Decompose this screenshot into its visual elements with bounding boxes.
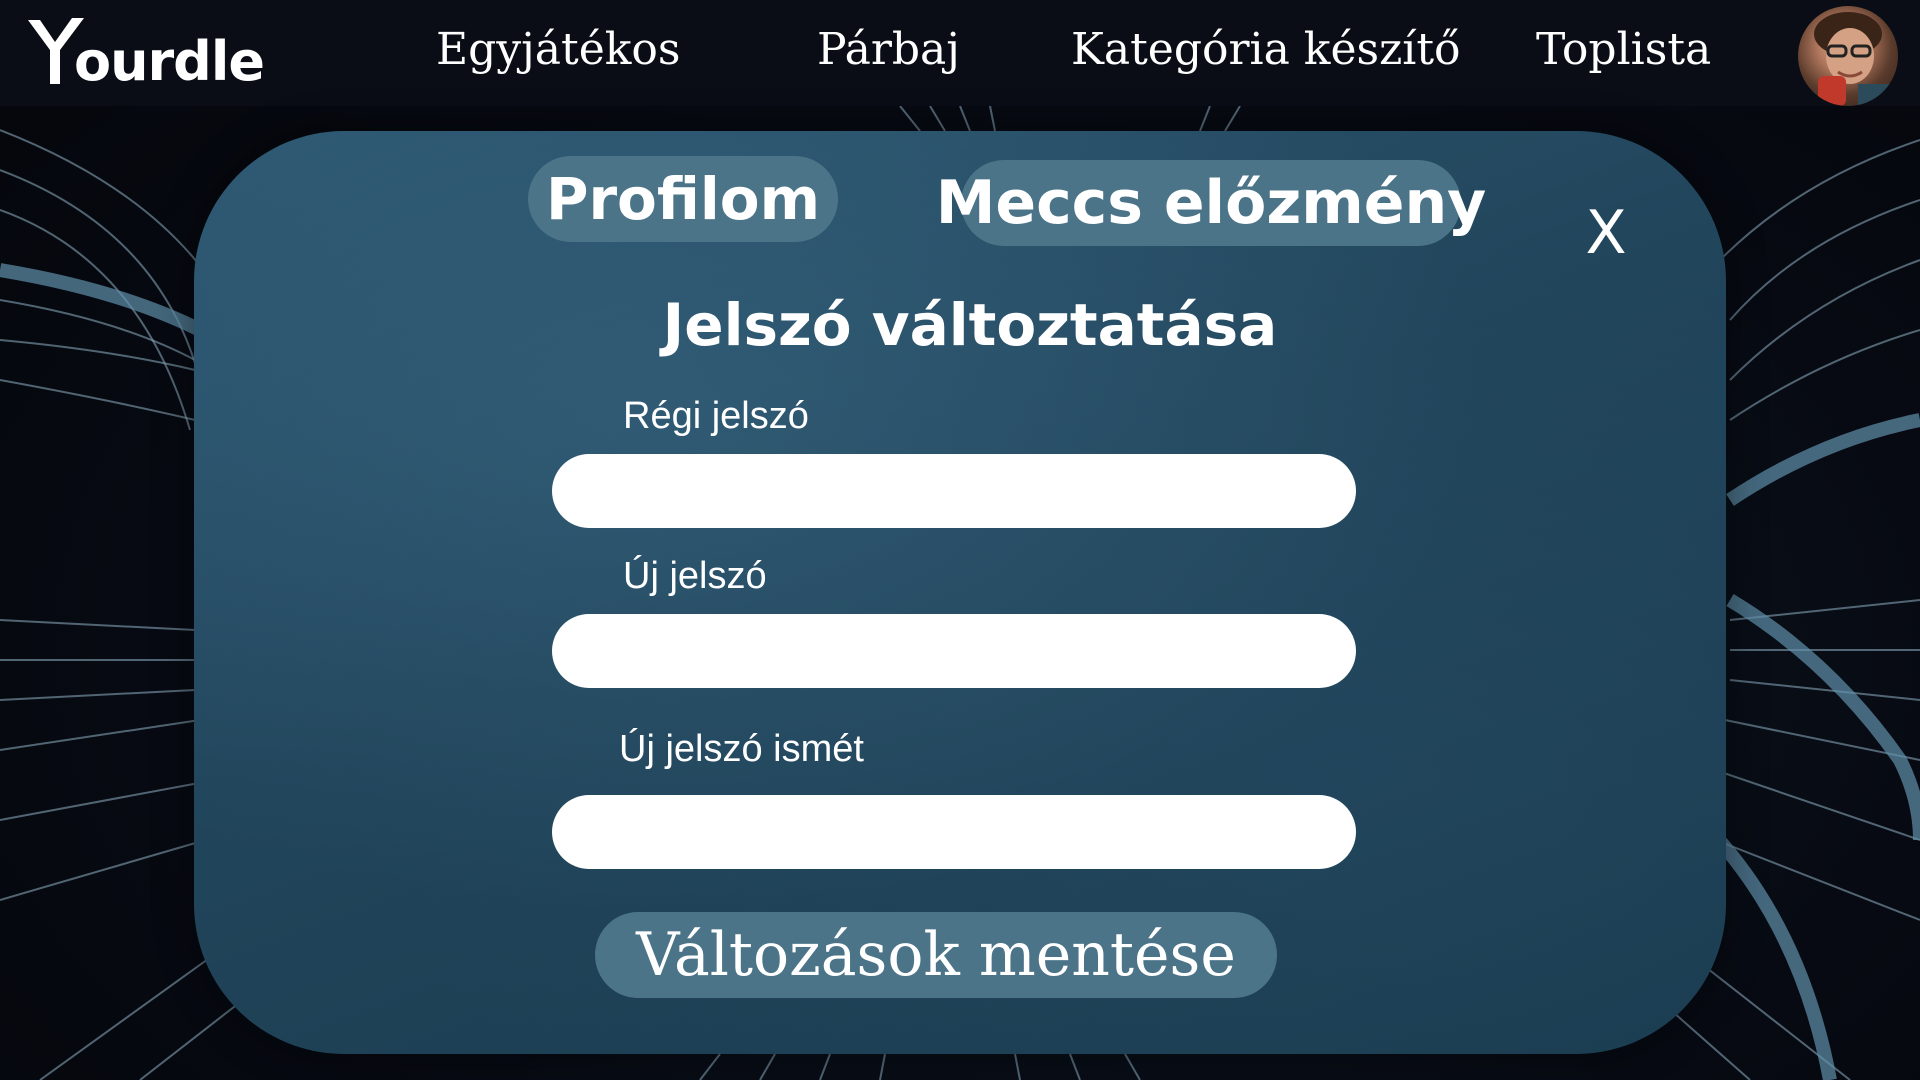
new-password-again-label: Új jelszó ismét xyxy=(619,728,864,770)
top-navigation-bar: ourdle Egyjátékos Párbaj Kategória készí… xyxy=(0,0,1920,106)
tab-profilom[interactable]: Profilom xyxy=(528,156,838,242)
logo-text: ourdle xyxy=(74,30,265,93)
old-password-field[interactable] xyxy=(552,454,1356,528)
user-avatar[interactable] xyxy=(1798,6,1898,106)
modal-title: Jelszó változtatása xyxy=(662,291,1278,359)
new-password-field[interactable] xyxy=(552,614,1356,688)
nav-item-kategoria-keszito[interactable]: Kategória készítő xyxy=(1071,24,1461,75)
change-password-modal: Profilom Meccs előzmény X Jelszó változt… xyxy=(194,131,1726,1054)
new-password-again-field[interactable] xyxy=(552,795,1356,869)
tab-meccs-elozmeny[interactable]: Meccs előzmény xyxy=(936,160,1486,246)
new-password-label: Új jelszó xyxy=(623,555,767,597)
app-screen: ourdle Egyjátékos Párbaj Kategória készí… xyxy=(0,0,1920,1080)
nav-item-parbaj[interactable]: Párbaj xyxy=(817,24,960,75)
nav-item-toplista[interactable]: Toplista xyxy=(1536,24,1711,75)
close-button[interactable]: X xyxy=(1576,193,1636,273)
save-changes-button[interactable]: Változások mentése xyxy=(595,912,1277,998)
nav-item-egyjatekos[interactable]: Egyjátékos xyxy=(436,24,680,75)
old-password-label: Régi jelszó xyxy=(623,395,809,437)
user-avatar-icon xyxy=(1814,12,1898,106)
